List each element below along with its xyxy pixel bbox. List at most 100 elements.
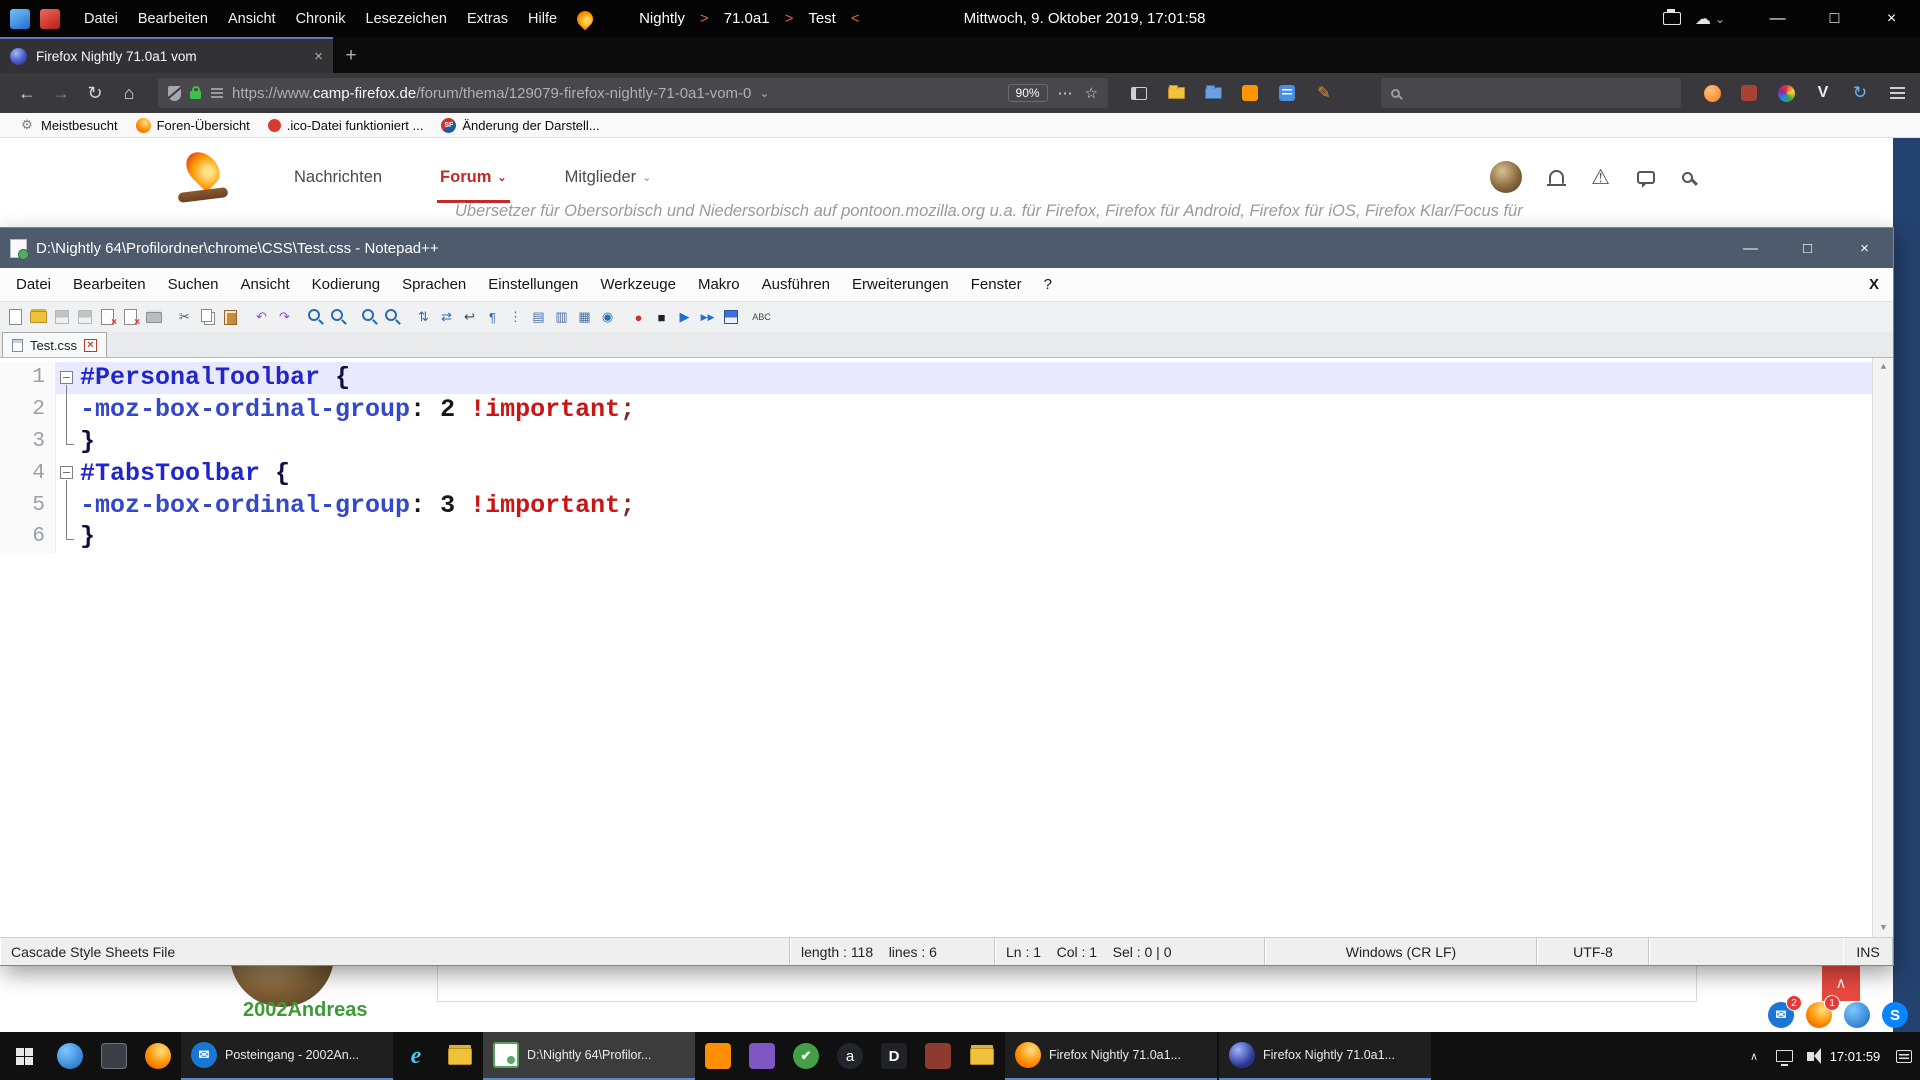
document-tab-close-icon[interactable]: × — [84, 339, 97, 352]
bookmark-item[interactable]: .ico-Datei funktioniert ... — [259, 113, 433, 138]
npp-menu-item[interactable]: Ausführen — [751, 276, 841, 293]
find-icon[interactable] — [304, 306, 327, 329]
bookmark-star-icon[interactable]: ☆ — [1085, 84, 1098, 102]
account-addon-icon[interactable] — [1695, 77, 1729, 109]
close-document-icon[interactable]: X — [1869, 276, 1879, 293]
start-button[interactable] — [0, 1032, 48, 1080]
blue-folder-icon[interactable] — [1196, 77, 1230, 109]
palette-addon-icon[interactable] — [1769, 77, 1803, 109]
red-addon-icon[interactable] — [1732, 77, 1766, 109]
notepadpp-titlebar[interactable]: D:\Nightly 64\Profilordner\chrome\CSS\Te… — [0, 228, 1893, 268]
blue-browser-icon[interactable] — [48, 1032, 92, 1080]
menubar-item[interactable]: Chronik — [286, 11, 356, 27]
save-icon[interactable] — [50, 306, 73, 329]
npp-menu-item[interactable]: Kodierung — [301, 276, 391, 293]
sync-horizontal-scroll-icon[interactable]: ⇄ — [435, 306, 458, 329]
thunderbird-task-button[interactable]: ✉Posteingang - 2002An... — [181, 1032, 393, 1080]
code-line[interactable]: 5-moz-box-ordinal-group: 3 !important; — [0, 489, 1872, 521]
tab-list-addon-icon[interactable] — [1270, 77, 1304, 109]
tracking-protection-icon[interactable] — [168, 86, 181, 101]
tray-chevron-icon[interactable]: ∧ — [1740, 1050, 1768, 1063]
stylus-addon-icon[interactable]: ✎ — [1307, 77, 1341, 109]
maroon-app-icon[interactable] — [916, 1032, 960, 1080]
blue-app-tray-icon[interactable] — [1844, 1002, 1870, 1028]
close-icon[interactable] — [96, 306, 119, 329]
orange-addon-icon[interactable] — [1233, 77, 1267, 109]
bookmarks-folder-icon[interactable] — [1159, 77, 1193, 109]
fold-marker[interactable] — [56, 489, 80, 521]
stop-macro-icon[interactable]: ■ — [650, 306, 673, 329]
bookmark-item[interactable]: Foren-Übersicht — [127, 113, 259, 138]
avatar[interactable] — [1490, 161, 1522, 193]
doc-map-icon[interactable]: ▥ — [550, 306, 573, 329]
chevron-down-icon[interactable]: ⌄ — [1715, 12, 1725, 26]
npp-menu-item[interactable]: ? — [1033, 276, 1063, 293]
bookmark-item[interactable]: ⚙Meistbesucht — [10, 113, 127, 138]
cut-icon[interactable]: ✂ — [173, 306, 196, 329]
new-tab-button[interactable]: + — [333, 39, 369, 73]
tab-close-icon[interactable]: × — [314, 48, 323, 65]
skype-tray-icon[interactable]: S — [1882, 1002, 1908, 1028]
menubar-item[interactable]: Ansicht — [218, 11, 286, 27]
npp-menu-item[interactable]: Werkzeuge — [589, 276, 687, 293]
npp-menu-item[interactable]: Einstellungen — [477, 276, 589, 293]
permissions-icon[interactable] — [211, 88, 223, 98]
back-icon[interactable]: ← — [10, 77, 44, 109]
flame-icon[interactable] — [574, 7, 597, 30]
notifications-bell-icon[interactable] — [1549, 170, 1564, 184]
redo-icon[interactable]: ↷ — [273, 306, 296, 329]
cloud-icon[interactable]: ☁ — [1695, 9, 1711, 29]
monitoring-icon[interactable]: ◉ — [596, 306, 619, 329]
alerts-warning-icon[interactable]: ⚠ — [1591, 167, 1610, 188]
new-file-icon[interactable] — [4, 306, 27, 329]
save-all-icon[interactable] — [73, 306, 96, 329]
taskbar-clock[interactable]: 17:01:59 — [1824, 1049, 1886, 1064]
record-macro-icon[interactable]: ● — [627, 306, 650, 329]
url-bar[interactable]: https://www.camp-firefox.de/forum/thema/… — [158, 78, 1108, 108]
npp-maximize-button[interactable]: □ — [1779, 228, 1836, 268]
fold-marker[interactable] — [56, 426, 80, 458]
sync-vertical-scroll-icon[interactable]: ⇅ — [412, 306, 435, 329]
code-line[interactable]: 6} — [0, 521, 1872, 553]
network-icon[interactable] — [1776, 1050, 1793, 1062]
close-all-icon[interactable] — [119, 306, 142, 329]
fold-marker[interactable] — [56, 457, 80, 489]
firefox-icon[interactable] — [136, 1032, 180, 1080]
print-icon[interactable] — [142, 306, 165, 329]
paste-icon[interactable] — [219, 306, 242, 329]
reload-icon[interactable]: ↻ — [78, 77, 112, 109]
campfire-logo[interactable] — [176, 148, 230, 206]
search-bar[interactable] — [1381, 78, 1681, 108]
lock-icon[interactable] — [190, 91, 201, 99]
npp-menu-item[interactable]: Datei — [5, 276, 62, 293]
page-scroll-strip[interactable] — [1893, 138, 1920, 1032]
fold-marker[interactable] — [56, 521, 80, 553]
npp-menu-item[interactable]: Makro — [687, 276, 751, 293]
code-line[interactable]: 4#TabsToolbar { — [0, 457, 1872, 489]
menubar-item[interactable]: Datei — [74, 11, 128, 27]
printer-icon[interactable] — [1663, 12, 1681, 25]
npp-minimize-button[interactable]: — — [1722, 228, 1779, 268]
post-username[interactable]: 2002Andreas — [243, 999, 368, 1022]
doc-switcher-icon[interactable]: ▦ — [573, 306, 596, 329]
menubar-item[interactable]: Bearbeiten — [128, 11, 218, 27]
window-minimize-button[interactable]: — — [1749, 0, 1806, 37]
code-editor[interactable]: 1#PersonalToolbar {2-moz-box-ordinal-gro… — [0, 358, 1893, 937]
run-macro-multi-icon[interactable]: ▶▶ — [696, 306, 719, 329]
sidebar-toggle-icon[interactable] — [1122, 77, 1156, 109]
firefox-task-button-2[interactable]: Firefox Nightly 71.0a1... — [1219, 1032, 1431, 1080]
red-app-icon[interactable] — [40, 9, 60, 29]
word-wrap-icon[interactable]: ↩ — [458, 306, 481, 329]
undo-icon[interactable]: ↶ — [250, 306, 273, 329]
forum-nav-item-nachrichten[interactable]: Nachrichten — [294, 168, 382, 187]
forum-nav-item-forum[interactable]: Forum⌄ — [440, 168, 507, 187]
a-app-icon[interactable]: a — [828, 1032, 872, 1080]
editor-scrollbar[interactable]: ▲ ▼ — [1872, 358, 1893, 937]
orange-app-icon[interactable] — [696, 1032, 740, 1080]
npp-close-button[interactable]: × — [1836, 228, 1893, 268]
save-macro-icon[interactable] — [719, 306, 742, 329]
forum-nav-item-mitglieder[interactable]: Mitglieder⌄ — [565, 168, 652, 187]
window-maximize-button[interactable]: □ — [1806, 0, 1863, 37]
scroll-down-icon[interactable]: ▼ — [1873, 919, 1893, 937]
npp-menu-item[interactable]: Sprachen — [391, 276, 477, 293]
